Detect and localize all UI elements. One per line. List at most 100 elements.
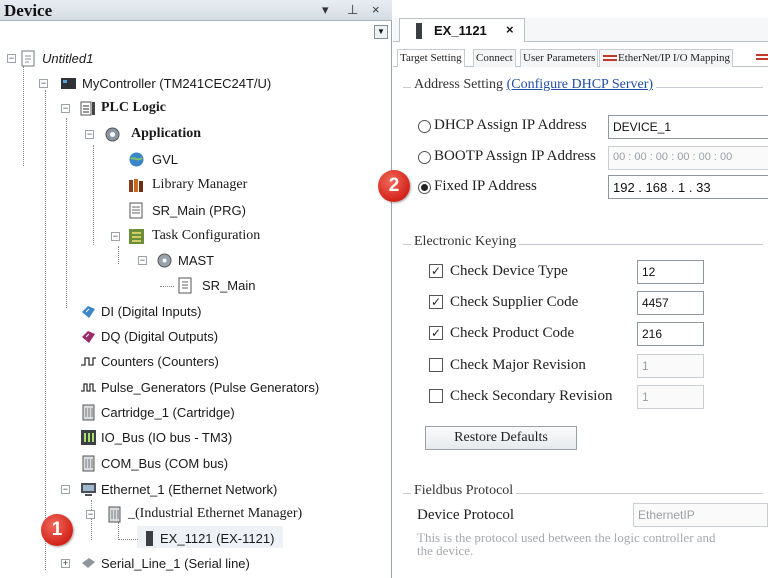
collapse-icon[interactable]: − xyxy=(85,130,94,139)
collapse-icon[interactable]: − xyxy=(61,104,70,113)
tree-root-row: ▼ xyxy=(0,22,392,46)
tree-line xyxy=(118,539,138,540)
tree-item-sr-main[interactable]: SR_Main xyxy=(0,275,300,297)
tree-item-mast[interactable]: − MAST xyxy=(0,250,300,272)
tree-label: EX_1121 (EX-1121) xyxy=(160,531,275,546)
device-protocol-label: Device Protocol xyxy=(417,507,515,523)
configure-dhcp-server-link[interactable]: (Configure DHCP Server) xyxy=(507,77,653,92)
tab-connect[interactable]: Connect xyxy=(473,49,516,67)
tree-item-ethernet[interactable]: − Ethernet_1 (Ethernet Network) xyxy=(0,479,320,501)
check-product-code-label: Check Product Code xyxy=(450,325,575,341)
fixed-ip-address-field[interactable]: 192 . 168 . 1 . 33 xyxy=(608,175,768,199)
tree-item-dq[interactable]: DQ (Digital Outputs) xyxy=(0,326,300,348)
tree-item-serial-line[interactable]: + Serial_Line_1 (Serial line) xyxy=(0,553,300,575)
controller-icon xyxy=(61,78,76,89)
device-panel-header: Device ▾ ⊥ × xyxy=(0,0,392,21)
collapse-icon[interactable]: − xyxy=(138,256,147,265)
bootp-mac-field[interactable]: 00 : 00 : 00 : 00 : 00 : 00 xyxy=(608,146,768,170)
bootp-radio[interactable] xyxy=(418,151,431,164)
restore-defaults-button[interactable]: Restore Defaults xyxy=(425,426,577,450)
electronic-keying-title: Electronic Keying xyxy=(411,234,520,250)
tab-user-parameters[interactable]: User Parameters xyxy=(520,49,599,67)
com-bus-module-icon xyxy=(82,455,95,472)
document-tab-close-button[interactable]: × xyxy=(506,22,514,37)
tree-label: Task Configuration xyxy=(152,228,261,243)
digital-inputs-icon xyxy=(82,306,95,318)
dhcp-radio[interactable] xyxy=(418,120,431,133)
check-product-code-checkbox[interactable]: ✓ xyxy=(429,326,443,340)
serial-line-icon xyxy=(82,558,95,568)
panel-pin-button[interactable]: ⊥ xyxy=(347,2,358,18)
check-device-type-checkbox[interactable]: ✓ xyxy=(429,264,443,278)
tab-target-setting[interactable]: Target Setting xyxy=(397,49,465,67)
major-revision-field[interactable]: 1 xyxy=(637,354,704,378)
tree-item-library-manager[interactable]: Library Manager xyxy=(0,175,300,197)
tree-label: GVL xyxy=(152,152,179,167)
application-gear-icon xyxy=(105,127,120,142)
fixed-ip-label: Fixed IP Address xyxy=(434,178,537,194)
expand-icon[interactable]: + xyxy=(61,559,70,568)
tree-item-task-configuration[interactable]: − Task Configuration xyxy=(0,226,300,248)
panel-menu-button[interactable]: ▾ xyxy=(322,2,329,18)
check-major-revision-checkbox[interactable] xyxy=(429,358,443,372)
mapping-arrows-icon xyxy=(756,54,768,60)
tree-item-plc-logic[interactable]: − PLC Logic xyxy=(0,98,300,120)
tree-label: DI (Digital Inputs) xyxy=(101,304,202,319)
tree-label: Cartridge_1 (Cartridge) xyxy=(101,405,235,420)
tree-item-cartridge[interactable]: Cartridge_1 (Cartridge) xyxy=(0,402,300,424)
tree-item-application[interactable]: − Application xyxy=(0,124,300,146)
program-icon xyxy=(129,202,143,219)
tree-item-controller[interactable]: − MyController (TM241CEC24T/U) xyxy=(0,73,300,95)
tree-label: DQ (Digital Outputs) xyxy=(101,329,219,344)
mapping-arrows-icon xyxy=(603,55,617,61)
secondary-revision-field[interactable]: 1 xyxy=(637,385,704,409)
check-secondary-revision-checkbox[interactable] xyxy=(429,389,443,403)
collapse-icon[interactable]: − xyxy=(61,485,70,494)
tree-dropdown-icon[interactable]: ▼ xyxy=(374,25,388,39)
tab-ethernetip-io-mapping[interactable]: EtherNet/IP I/O Mapping xyxy=(599,49,734,67)
mast-task-gear-icon xyxy=(157,253,172,268)
fixed-ip-radio[interactable] xyxy=(418,181,431,194)
tree-item-io-bus[interactable]: IO_Bus (IO bus - TM3) xyxy=(0,427,300,449)
tree-label: Library Manager xyxy=(152,177,248,192)
callout-badge-1: 1 xyxy=(41,514,73,546)
tree-item-counters[interactable]: Counters (Counters) xyxy=(0,351,300,373)
cartridge-module-icon xyxy=(82,404,95,421)
dhcp-label: DHCP Assign IP Address xyxy=(434,117,587,133)
tree-item-gvl[interactable]: GVL xyxy=(0,149,300,171)
program-call-icon xyxy=(178,277,192,294)
counters-pulse-icon xyxy=(81,357,96,366)
document-tab-ex-1121[interactable]: EX_1121 × xyxy=(399,18,525,42)
tree-label: IO_Bus (IO bus - TM3) xyxy=(101,430,233,445)
tree-item-com-bus[interactable]: COM_Bus (COM bus) xyxy=(0,453,300,475)
bootp-label: BOOTP Assign IP Address xyxy=(434,148,596,164)
product-code-field[interactable]: 216 xyxy=(637,322,704,346)
dhcp-device-name-field[interactable]: DEVICE_1 xyxy=(608,115,768,139)
collapse-icon[interactable]: − xyxy=(111,232,120,241)
check-secondary-revision-label: Check Secondary Revision xyxy=(450,388,613,404)
callout-badge-2: 2 xyxy=(378,170,410,202)
address-setting-title: Address Setting xyxy=(414,77,504,92)
device-protocol-field[interactable]: EthernetIP xyxy=(633,503,768,527)
tree-label: MyController (TM241CEC24T/U) xyxy=(82,76,272,91)
collapse-icon[interactable]: − xyxy=(7,54,16,63)
device-panel-title: Device xyxy=(4,1,53,20)
target-setting-content: Address Setting (Configure DHCP Server) … xyxy=(393,68,768,578)
project-icon xyxy=(21,50,35,67)
ethernet-network-icon xyxy=(81,483,96,496)
tree-item-sr-main-prg[interactable]: SR_Main (PRG) xyxy=(0,200,300,222)
tree-item-pulse-generators[interactable]: Pulse_Generators (Pulse Generators) xyxy=(0,377,330,399)
collapse-icon[interactable]: − xyxy=(86,510,95,519)
tree-label: Pulse_Generators (Pulse Generators) xyxy=(101,380,320,395)
check-supplier-code-checkbox[interactable]: ✓ xyxy=(429,295,443,309)
digital-outputs-icon xyxy=(82,331,95,343)
tree-label: _(Industrial Ethernet Manager) xyxy=(128,506,303,521)
supplier-code-field[interactable]: 4457 xyxy=(637,291,704,315)
panel-close-button[interactable]: × xyxy=(372,2,380,17)
device-type-field[interactable]: 12 xyxy=(637,260,704,284)
tree-item-di[interactable]: DI (Digital Inputs) xyxy=(0,301,300,323)
ex-device-icon xyxy=(416,23,422,39)
io-bus-icon xyxy=(81,430,96,445)
tree-item-project[interactable]: − Untitled1 xyxy=(0,48,300,70)
collapse-icon[interactable]: − xyxy=(39,79,48,88)
